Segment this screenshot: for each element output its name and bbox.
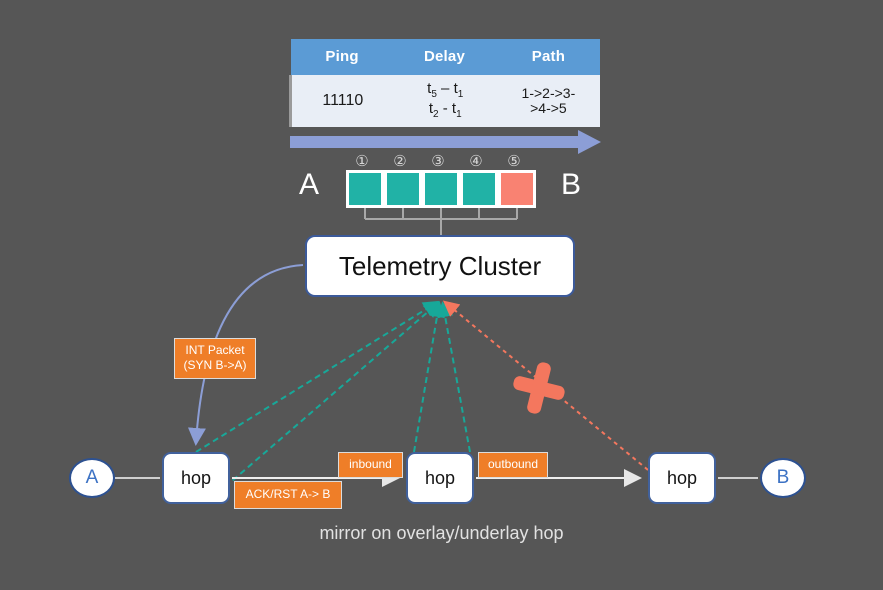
int-packet-line-2: (SYN B->A): [183, 358, 247, 372]
int-packet-label: INT Packet (SYN B->A): [174, 338, 256, 379]
telemetry-cluster-label: Telemetry Cluster: [338, 250, 542, 281]
hop-node-3-label: hop: [666, 467, 698, 488]
diagram-canvas: Ping Delay Path 11110 t5 – t1 t2 - t1 1-…: [0, 0, 883, 590]
network-hop-node-2[interactable]: hop: [406, 452, 474, 504]
cell-delay-value: t5 – t1 t2 - t1: [393, 75, 497, 127]
hop-marker-number-4: ④: [469, 153, 483, 170]
hop-marker-number-2: ②: [393, 153, 407, 170]
network-endpoint-a[interactable]: A: [69, 458, 115, 498]
diagram-caption: mirror on overlay/underlay hop: [319, 523, 564, 543]
ping-delay-path-table: Ping Delay Path 11110 t5 – t1 t2 - t1 1-…: [288, 39, 600, 127]
column-header-ping: Ping: [290, 39, 394, 75]
ack-rst-label: ACK/RST A-> B: [234, 481, 342, 509]
hop-marker-box-4: [460, 170, 498, 208]
path-line-2: >4->5: [530, 99, 567, 116]
path-line-1: 1->2->3-: [521, 84, 576, 101]
flow-endpoint-b-label: B: [561, 168, 582, 201]
hop-marker-number-5: ⑤: [507, 153, 521, 170]
inbound-label: inbound: [338, 452, 403, 478]
network-endpoint-b[interactable]: B: [760, 458, 806, 498]
sequence-to-cluster-comb: [364, 208, 518, 236]
network-hop-node-3[interactable]: hop: [648, 452, 716, 504]
flow-direction-arrow: [290, 130, 601, 154]
delay-expression-2: t2 - t1: [428, 99, 462, 120]
delay-expression-1: t5 – t1: [427, 80, 464, 100]
column-header-delay: Delay: [393, 39, 497, 75]
flow-endpoint-a-label: A: [299, 168, 320, 201]
column-header-path: Path: [496, 39, 600, 75]
hop-marker-number-1: ①: [355, 153, 369, 170]
hop-marker-box-2: [384, 170, 422, 208]
failed-telemetry-line: [442, 300, 649, 471]
telemetry-cluster-node[interactable]: Telemetry Cluster: [305, 235, 575, 297]
failure-x-mark: [513, 362, 565, 414]
endpoint-b-label: B: [776, 467, 790, 488]
network-hop-node-1[interactable]: hop: [162, 452, 230, 504]
hop-marker-box-3: [422, 170, 460, 208]
hop-marker-box-1: [346, 170, 384, 208]
hop-marker-number-3: ③: [431, 153, 445, 170]
endpoint-a-label: A: [85, 467, 99, 488]
hop-node-2-label: hop: [424, 467, 456, 488]
cell-path-value: 1->2->3- >4->5: [496, 75, 600, 127]
table-header-row: Ping Delay Path: [290, 39, 600, 75]
table-row: 11110 t5 – t1 t2 - t1 1->2->3- >4->5: [288, 75, 600, 127]
cell-ping-value: 11110: [288, 75, 394, 127]
hop-node-1-label: hop: [180, 467, 212, 488]
outbound-label: outbound: [478, 452, 548, 478]
int-packet-line-1: INT Packet: [185, 343, 245, 357]
hop-marker-box-5: [498, 170, 536, 208]
